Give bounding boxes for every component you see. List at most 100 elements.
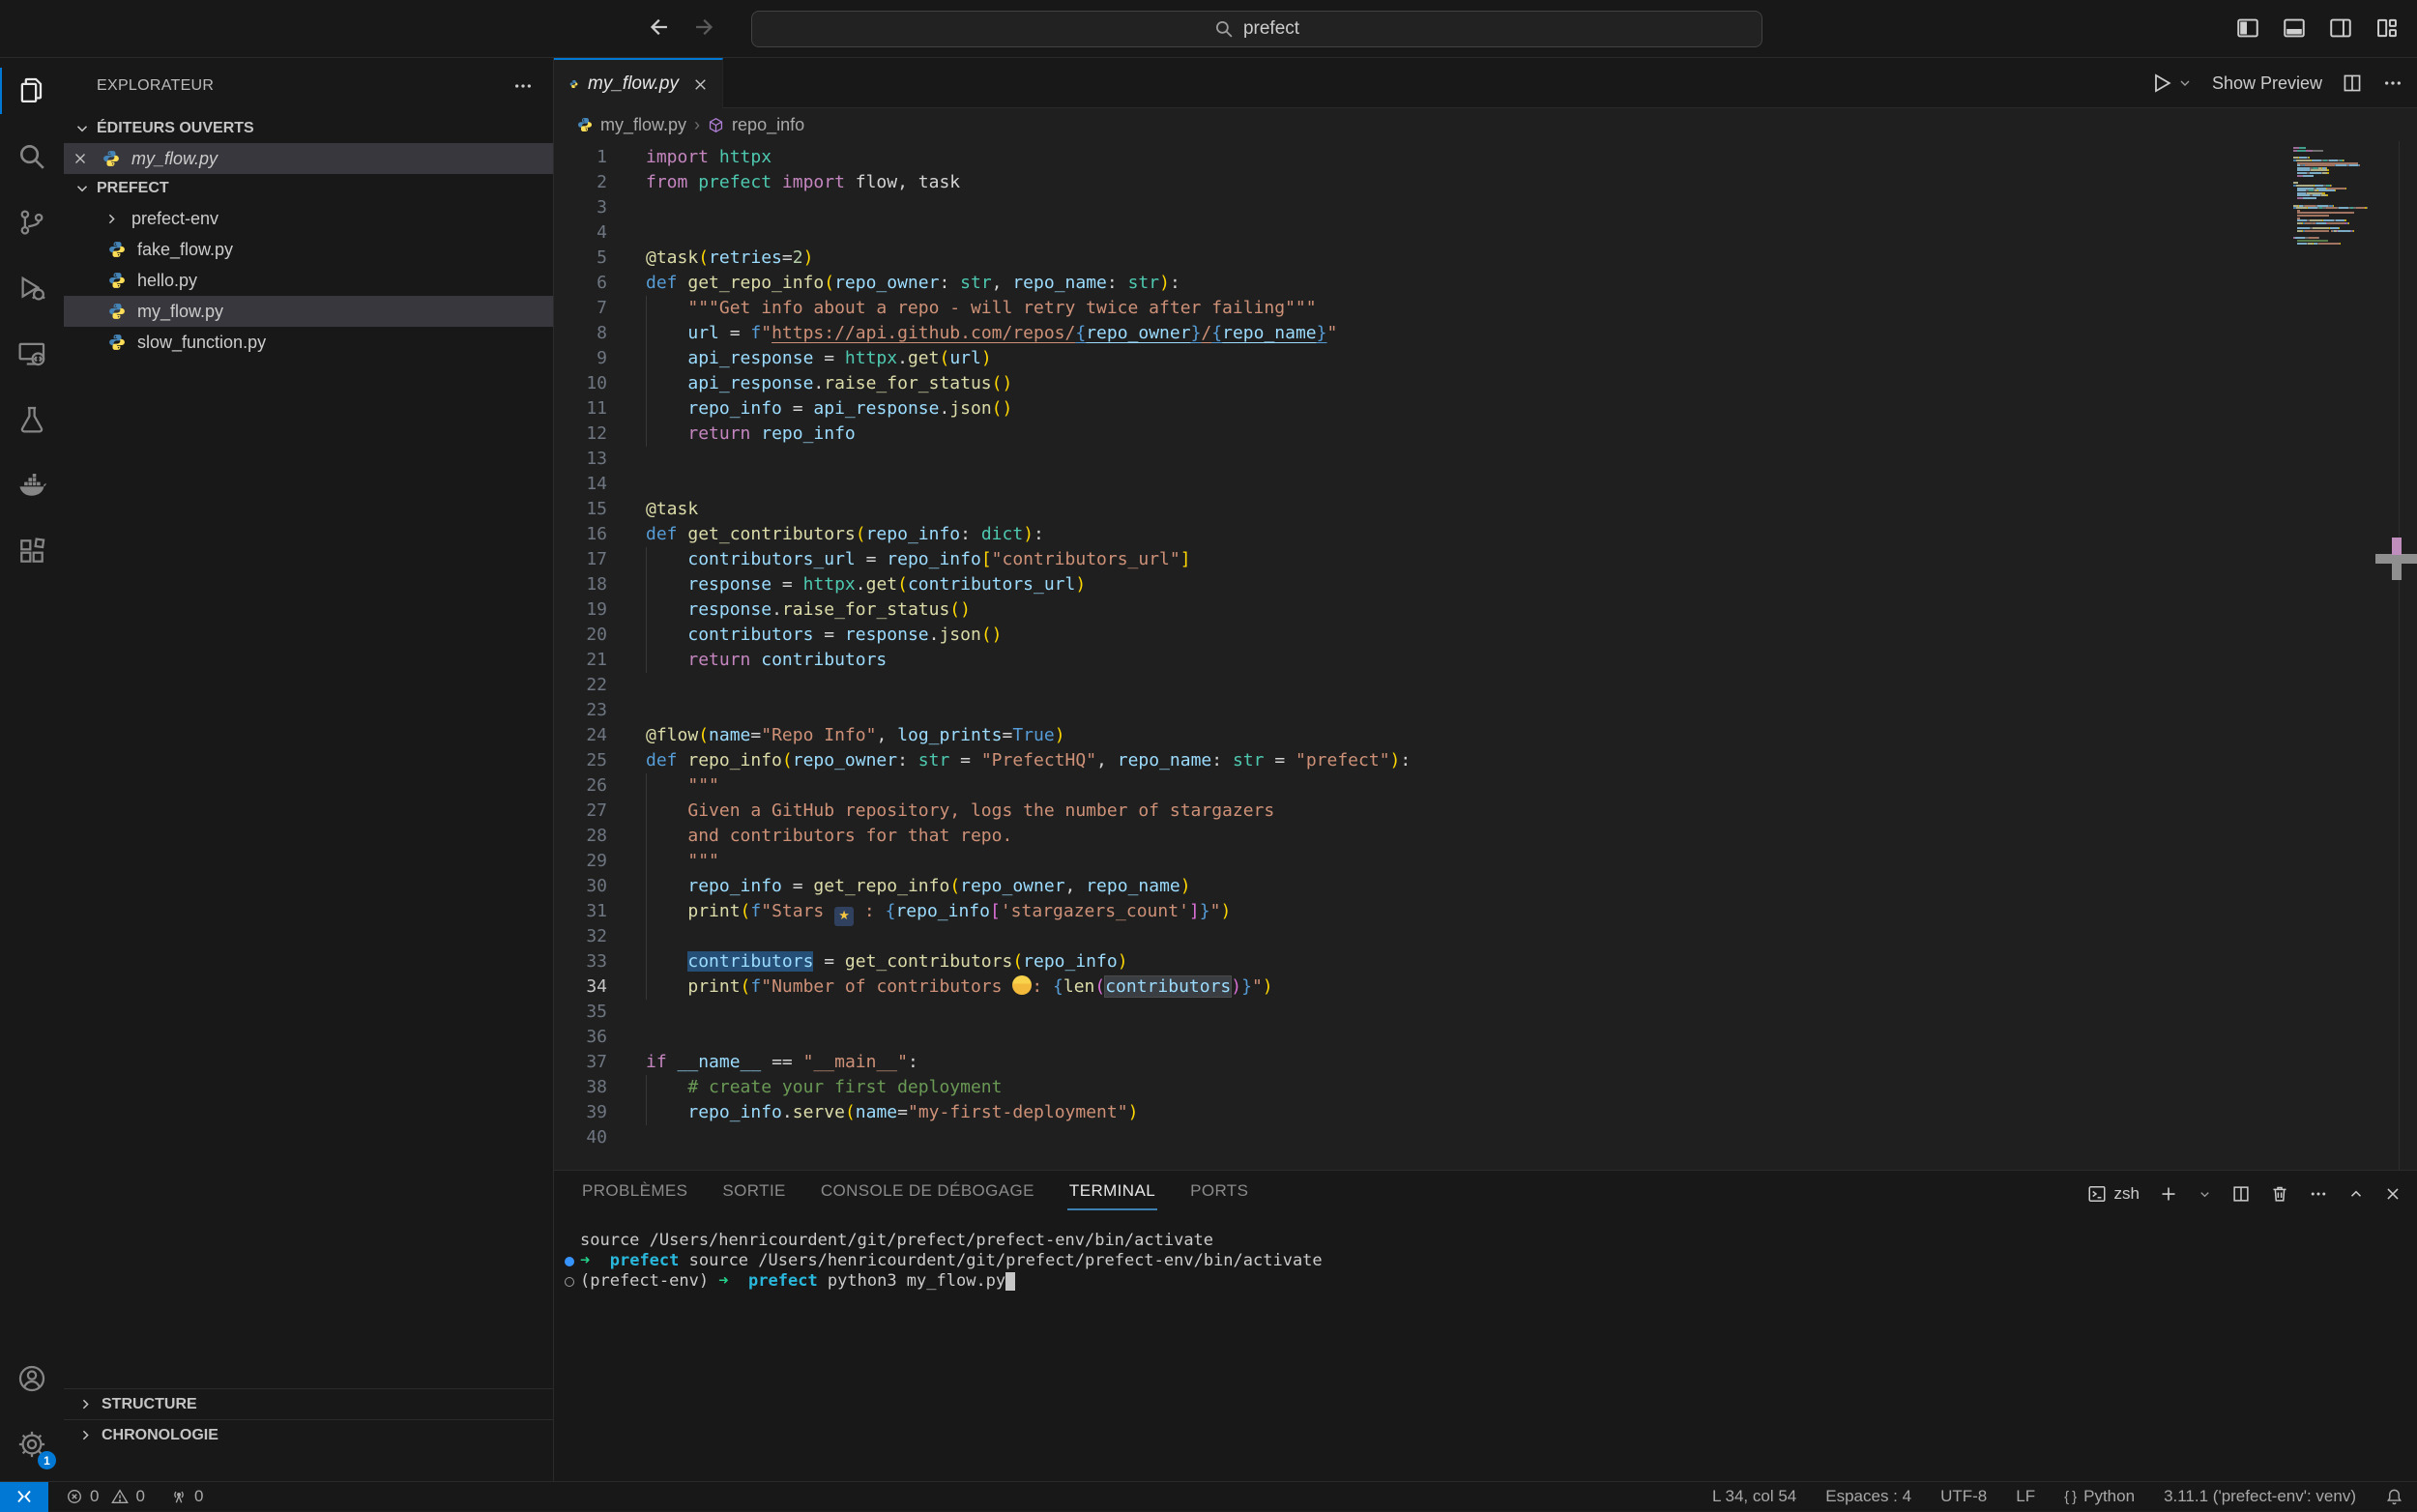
activity-bar-item-beaker[interactable] [0,387,64,452]
tab-close-icon[interactable] [692,76,709,93]
panel-more-actions-icon[interactable] [2309,1184,2328,1204]
activity-bar-item-search[interactable] [0,124,64,189]
open-editor-item[interactable]: my_flow.py [64,143,553,174]
code-line-26[interactable]: 26 """ [554,773,2285,799]
customize-layout-icon[interactable] [2374,15,2400,41]
file-tree-item-prefect-env[interactable]: prefect-env [64,203,553,234]
breadcrumb[interactable]: my_flow.py › repo_info [577,108,804,141]
remote-indicator[interactable] [0,1482,48,1512]
code-line-6[interactable]: 6def get_repo_info(repo_owner: str, repo… [554,271,2285,296]
sidebar-section-structure[interactable]: STRUCTURE [64,1388,553,1419]
sidebar-more-actions-icon[interactable] [512,75,534,97]
code-line-7[interactable]: 7 """Get info about a repo - will retry … [554,296,2285,321]
file-tree-item-slow_function-py[interactable]: slow_function.py [64,327,553,358]
toggle-panel-icon[interactable] [2282,15,2307,41]
close-panel-icon[interactable] [2384,1185,2402,1203]
code-line-11[interactable]: 11 repo_info = api_response.json() [554,396,2285,422]
code-line-30[interactable]: 30 repo_info = get_repo_info(repo_owner,… [554,874,2285,899]
code-line-17[interactable]: 17 contributors_url = repo_info["contrib… [554,547,2285,572]
run-dropdown-icon[interactable] [2177,75,2193,91]
code-line-16[interactable]: 16def get_contributors(repo_info: dict): [554,522,2285,547]
command-decoration-dot[interactable] [565,1257,574,1266]
minimap[interactable] [2293,147,2382,247]
show-preview-button[interactable]: Show Preview [2212,73,2322,94]
code-line-1[interactable]: 1import httpx [554,145,2285,170]
code-line-12[interactable]: 12 return repo_info [554,422,2285,447]
code-editor[interactable]: 1import httpx2from prefect import flow, … [554,145,2285,1150]
activity-bar-item-account[interactable] [0,1346,64,1411]
code-line-13[interactable]: 13 [554,447,2285,472]
activity-bar-item-extensions[interactable] [0,518,64,584]
back-icon[interactable] [646,15,671,40]
code-line-32[interactable]: 32 [554,924,2285,949]
tab-my-flow[interactable]: my_flow.py [554,58,723,108]
terminal-output[interactable]: source /Users/henricourdent/git/prefect/… [580,1231,1323,1292]
panel-tab-sortie[interactable]: SORTIE [720,1178,787,1210]
code-line-22[interactable]: 22 [554,673,2285,698]
breadcrumb-file[interactable]: my_flow.py [600,115,686,135]
code-line-21[interactable]: 21 return contributors [554,648,2285,673]
code-line-25[interactable]: 25def repo_info(repo_owner: str = "Prefe… [554,748,2285,773]
code-line-20[interactable]: 20 contributors = response.json() [554,623,2285,648]
cursor-position[interactable]: L 34, col 54 [1712,1487,1796,1506]
python-interpreter[interactable]: 3.11.1 ('prefect-env': venv) [2164,1487,2356,1506]
encoding-status[interactable]: UTF-8 [1940,1487,1987,1506]
breadcrumb-symbol[interactable]: repo_info [732,115,804,135]
code-line-35[interactable]: 35 [554,1000,2285,1025]
panel-tab-console-de-d-bogage[interactable]: CONSOLE DE DÉBOGAGE [819,1178,1036,1210]
code-line-19[interactable]: 19 response.raise_for_status() [554,597,2285,623]
command-center-search[interactable]: prefect [751,11,1762,47]
code-line-27[interactable]: 27 Given a GitHub repository, logs the n… [554,799,2285,824]
problems-status[interactable]: 0 0 [66,1487,145,1506]
code-line-15[interactable]: 15@task [554,497,2285,522]
eol-status[interactable]: LF [2016,1487,2035,1506]
activity-bar-item-remote[interactable] [0,321,64,387]
indentation-status[interactable]: Espaces : 4 [1825,1487,1911,1506]
code-line-5[interactable]: 5@task(retries=2) [554,246,2285,271]
terminal-profile-selector[interactable]: zsh [2087,1184,2140,1204]
project-section-header[interactable]: PREFECT [64,174,553,203]
panel-tab-terminal[interactable]: TERMINAL [1067,1178,1157,1210]
code-line-8[interactable]: 8 url = f"https://api.github.com/repos/{… [554,321,2285,346]
ports-status[interactable]: 0 [170,1487,203,1506]
code-line-38[interactable]: 38 # create your first deployment [554,1075,2285,1100]
kill-terminal-icon[interactable] [2270,1184,2289,1204]
code-line-34[interactable]: 34 print(f"Number of contributors : {len… [554,974,2285,1000]
terminal-launch-dropdown-icon[interactable] [2198,1187,2212,1202]
toggle-sidebar-icon[interactable] [2235,15,2260,41]
code-line-33[interactable]: 33 contributors = get_contributors(repo_… [554,949,2285,974]
code-line-9[interactable]: 9 api_response = httpx.get(url) [554,346,2285,371]
open-editors-section-header[interactable]: ÉDITEURS OUVERTS [64,114,553,143]
code-line-23[interactable]: 23 [554,698,2285,723]
code-line-2[interactable]: 2from prefect import flow, task [554,170,2285,195]
code-line-24[interactable]: 24@flow(name="Repo Info", log_prints=Tru… [554,723,2285,748]
code-line-39[interactable]: 39 repo_info.serve(name="my-first-deploy… [554,1100,2285,1125]
file-tree-item-hello-py[interactable]: hello.py [64,265,553,296]
code-line-28[interactable]: 28 and contributors for that repo. [554,824,2285,849]
close-editor-icon[interactable] [64,151,97,166]
run-python-file-icon[interactable] [2150,72,2173,95]
new-terminal-icon[interactable] [2159,1184,2178,1204]
code-line-3[interactable]: 3 [554,195,2285,220]
command-decoration-circle[interactable] [565,1277,574,1287]
code-line-40[interactable]: 40 [554,1125,2285,1150]
sidebar-section-chronologie[interactable]: CHRONOLOGIE [64,1419,553,1450]
code-line-37[interactable]: 37if __name__ == "__main__": [554,1050,2285,1075]
activity-bar-item-scm[interactable] [0,189,64,255]
activity-bar-item-debug[interactable] [0,255,64,321]
code-line-36[interactable]: 36 [554,1025,2285,1050]
code-line-4[interactable]: 4 [554,220,2285,246]
panel-tab-probl-mes[interactable]: PROBLÈMES [580,1178,689,1210]
notifications-bell-icon[interactable] [2385,1488,2403,1506]
code-line-31[interactable]: 31 print(f"Stars ★ : {repo_info['stargaz… [554,899,2285,924]
code-line-10[interactable]: 10 api_response.raise_for_status() [554,371,2285,396]
split-terminal-icon[interactable] [2231,1184,2251,1204]
maximize-panel-icon[interactable] [2347,1185,2365,1203]
code-line-29[interactable]: 29 """ [554,849,2285,874]
panel-tab-ports[interactable]: PORTS [1188,1178,1250,1210]
code-line-14[interactable]: 14 [554,472,2285,497]
toggle-secondary-sidebar-icon[interactable] [2328,15,2353,41]
activity-bar-item-docker[interactable] [0,452,64,518]
language-mode[interactable]: { }Python [2064,1487,2135,1506]
file-tree-item-fake_flow-py[interactable]: fake_flow.py [64,234,553,265]
